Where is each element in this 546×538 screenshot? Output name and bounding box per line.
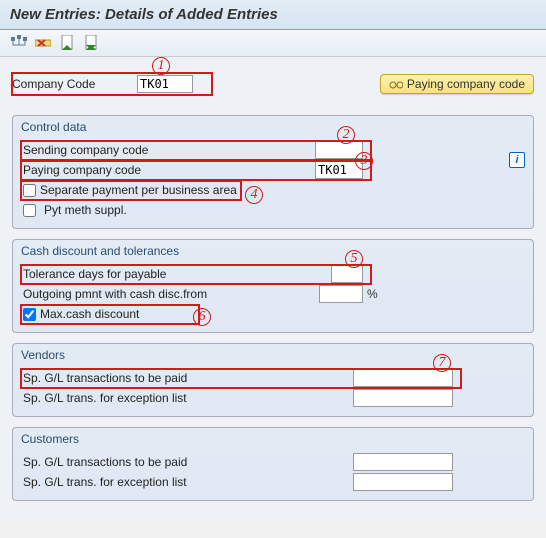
separate-payment-checkbox[interactable] xyxy=(23,184,36,197)
tolerance-days-input[interactable] xyxy=(331,265,363,283)
delete-row-icon[interactable] xyxy=(34,34,52,52)
max-cash-discount-checkbox[interactable] xyxy=(23,308,36,321)
control-data-title: Control data xyxy=(21,120,525,134)
prev-page-icon[interactable] xyxy=(58,34,76,52)
customer-paid-label: Sp. G/L transactions to be paid xyxy=(21,455,353,469)
separate-payment-label: Separate payment per business area xyxy=(40,183,237,197)
sending-cc-input[interactable] xyxy=(315,141,363,159)
paying-cc-label: Paying company code xyxy=(21,163,315,177)
percent-unit: % xyxy=(367,287,378,301)
structure-icon[interactable] xyxy=(10,34,28,52)
customers-group: Customers Sp. G/L transactions to be pai… xyxy=(12,427,534,501)
toolbar xyxy=(0,30,546,57)
vendor-paid-input[interactable] xyxy=(353,369,453,387)
pyt-meth-suppl-label: Pyt meth suppl. xyxy=(44,203,127,217)
paying-company-code-button[interactable]: Paying company code xyxy=(380,74,534,94)
customers-title: Customers xyxy=(21,432,525,446)
window-title: New Entries: Details of Added Entries xyxy=(0,0,546,30)
customer-exc-input[interactable] xyxy=(353,473,453,491)
vendor-exc-label: Sp. G/L trans. for exception list xyxy=(21,391,353,405)
pyt-meth-suppl-checkbox[interactable] xyxy=(23,204,36,217)
vendors-group: Vendors Sp. G/L transactions to be paid … xyxy=(12,343,534,417)
paying-cc-input[interactable] xyxy=(315,161,363,179)
customer-paid-input[interactable] xyxy=(353,453,453,471)
outgoing-pmnt-input[interactable] xyxy=(319,285,363,303)
sending-cc-label: Sending company code xyxy=(21,143,315,157)
outgoing-pmnt-label: Outgoing pmnt with cash disc.from xyxy=(21,287,319,301)
info-icon[interactable]: i xyxy=(509,152,525,168)
company-code-label: Company Code xyxy=(12,77,137,91)
cash-discount-group: Cash discount and tolerances Tolerance d… xyxy=(12,239,534,333)
cash-discount-title: Cash discount and tolerances xyxy=(21,244,525,258)
control-data-group: Control data Sending company code Paying… xyxy=(12,115,534,229)
paying-company-code-button-label: Paying company code xyxy=(407,77,525,91)
vendor-paid-label: Sp. G/L transactions to be paid xyxy=(21,371,353,385)
glasses-icon xyxy=(389,78,403,90)
tolerance-days-label: Tolerance days for payable xyxy=(21,267,331,281)
vendors-title: Vendors xyxy=(21,348,525,362)
max-cash-discount-label: Max.cash discount xyxy=(40,307,139,321)
vendor-exc-input[interactable] xyxy=(353,389,453,407)
next-page-icon[interactable] xyxy=(82,34,100,52)
company-code-input[interactable] xyxy=(137,75,193,93)
customer-exc-label: Sp. G/L trans. for exception list xyxy=(21,475,353,489)
